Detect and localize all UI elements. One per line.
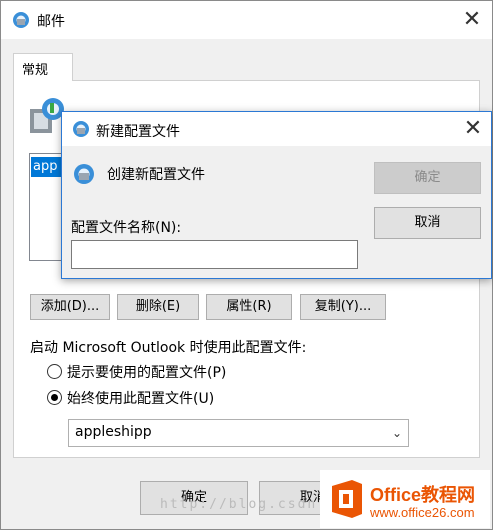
close-icon[interactable]: ✕ bbox=[459, 7, 485, 33]
window-title: 邮件 bbox=[37, 14, 65, 30]
dialog-cancel-button[interactable]: 取消 bbox=[374, 207, 481, 239]
title-bar: 邮件 ✕ bbox=[1, 1, 492, 39]
dialog-title-bar: 新建配置文件 ✕ bbox=[62, 112, 491, 146]
watermark-brand: Office教程网 bbox=[370, 485, 476, 505]
close-icon[interactable]: ✕ bbox=[460, 116, 486, 142]
radio-prompt[interactable] bbox=[47, 364, 62, 379]
profile-select[interactable]: appleshipp bbox=[68, 419, 409, 447]
mail-icon bbox=[13, 12, 29, 28]
startup-label: 启动 Microsoft Outlook 时使用此配置文件: bbox=[30, 340, 307, 356]
watermark-url: http://blog.csdn bbox=[160, 497, 318, 512]
mail-icon bbox=[73, 121, 89, 137]
profile-name-label: 配置文件名称(N): bbox=[71, 220, 182, 236]
profile-name-input[interactable] bbox=[71, 240, 358, 269]
chevron-down-icon[interactable]: ⌄ bbox=[387, 422, 407, 444]
profile-icon bbox=[30, 98, 64, 133]
copy-button[interactable]: 复制(Y)... bbox=[300, 294, 386, 320]
properties-button[interactable]: 属性(R) bbox=[206, 294, 292, 320]
new-profile-dialog: 新建配置文件 ✕ 创建新配置文件 配置文件名称(N): 确定 取消 bbox=[61, 111, 492, 279]
tab-general[interactable]: 常规 bbox=[13, 53, 73, 81]
radio-always[interactable] bbox=[47, 390, 62, 405]
office-logo-icon bbox=[332, 480, 362, 518]
list-item[interactable]: app bbox=[31, 157, 65, 177]
dialog-title: 新建配置文件 bbox=[96, 124, 180, 140]
add-button[interactable]: 添加(D)... bbox=[30, 294, 110, 320]
radio-always-label[interactable]: 始终使用此配置文件(U) bbox=[67, 388, 214, 408]
dialog-ok-button[interactable]: 确定 bbox=[374, 162, 481, 194]
radio-prompt-label[interactable]: 提示要使用的配置文件(P) bbox=[67, 362, 226, 382]
mail-icon bbox=[74, 164, 94, 184]
dialog-heading: 创建新配置文件 bbox=[107, 167, 205, 183]
watermark-site: www.office26.com bbox=[370, 505, 475, 520]
remove-button[interactable]: 删除(E) bbox=[117, 294, 199, 320]
